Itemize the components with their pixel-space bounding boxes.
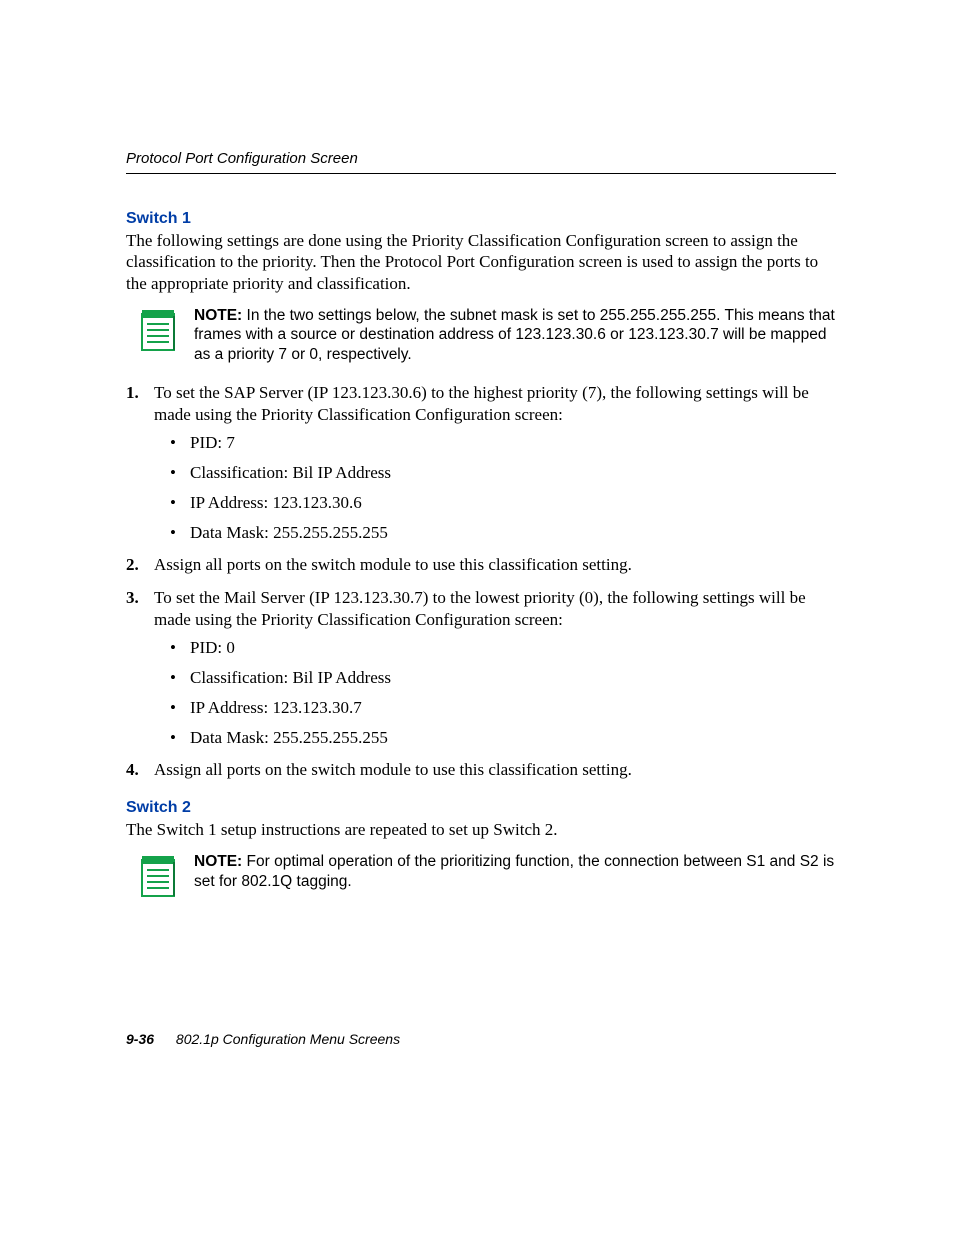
step-text: Assign all ports on the switch module to… [154, 555, 632, 574]
note-icon [140, 854, 178, 898]
bullet-item: PID: 7 [170, 432, 836, 454]
bullet-item: Classification: Bil IP Address [170, 462, 836, 484]
running-header: Protocol Port Configuration Screen [126, 150, 836, 174]
switch-1-steps: 1. To set the SAP Server (IP 123.123.30.… [126, 382, 836, 781]
bullet-item: Data Mask: 255.255.255.255 [170, 727, 836, 749]
heading-switch-2: Switch 2 [126, 799, 836, 817]
step-text: Assign all ports on the switch module to… [154, 760, 632, 779]
step-marker: 3. [126, 587, 139, 609]
bullet-item: PID: 0 [170, 637, 836, 659]
note-block-1: NOTE: In the two settings below, the sub… [140, 308, 836, 364]
step-3-bullets: PID: 0 Classification: Bil IP Address IP… [170, 637, 836, 749]
switch-2-intro: The Switch 1 setup instructions are repe… [126, 819, 836, 840]
heading-switch-1: Switch 1 [126, 210, 836, 228]
step-3: 3. To set the Mail Server (IP 123.123.30… [126, 587, 836, 750]
bullet-item: Data Mask: 255.255.255.255 [170, 522, 836, 544]
step-2: 2. Assign all ports on the switch module… [126, 554, 836, 576]
step-text: To set the Mail Server (IP 123.123.30.7)… [154, 588, 806, 629]
step-marker: 4. [126, 759, 139, 781]
bullet-item: Classification: Bil IP Address [170, 667, 836, 689]
step-marker: 1. [126, 382, 139, 404]
step-marker: 2. [126, 554, 139, 576]
step-4: 4. Assign all ports on the switch module… [126, 759, 836, 781]
note-body: For optimal operation of the prioritizin… [194, 853, 834, 889]
step-text: To set the SAP Server (IP 123.123.30.6) … [154, 383, 809, 424]
note-body: In the two settings below, the subnet ma… [194, 307, 835, 363]
note-text-1: NOTE: In the two settings below, the sub… [194, 306, 836, 364]
bullet-item: IP Address: 123.123.30.6 [170, 492, 836, 514]
page-number: 9-36 [126, 1031, 154, 1047]
note-icon [140, 308, 178, 352]
bullet-item: IP Address: 123.123.30.7 [170, 697, 836, 719]
step-1-bullets: PID: 7 Classification: Bil IP Address IP… [170, 432, 836, 544]
page-footer: 9-36 802.1p Configuration Menu Screens [126, 1031, 400, 1047]
footer-chapter: 802.1p Configuration Menu Screens [176, 1031, 400, 1047]
note-label: NOTE: [194, 307, 242, 324]
note-label: NOTE: [194, 853, 242, 870]
note-block-2: NOTE: For optimal operation of the prior… [140, 854, 836, 898]
note-text-2: NOTE: For optimal operation of the prior… [194, 852, 836, 891]
step-1: 1. To set the SAP Server (IP 123.123.30.… [126, 382, 836, 545]
switch-1-intro: The following settings are done using th… [126, 230, 836, 294]
